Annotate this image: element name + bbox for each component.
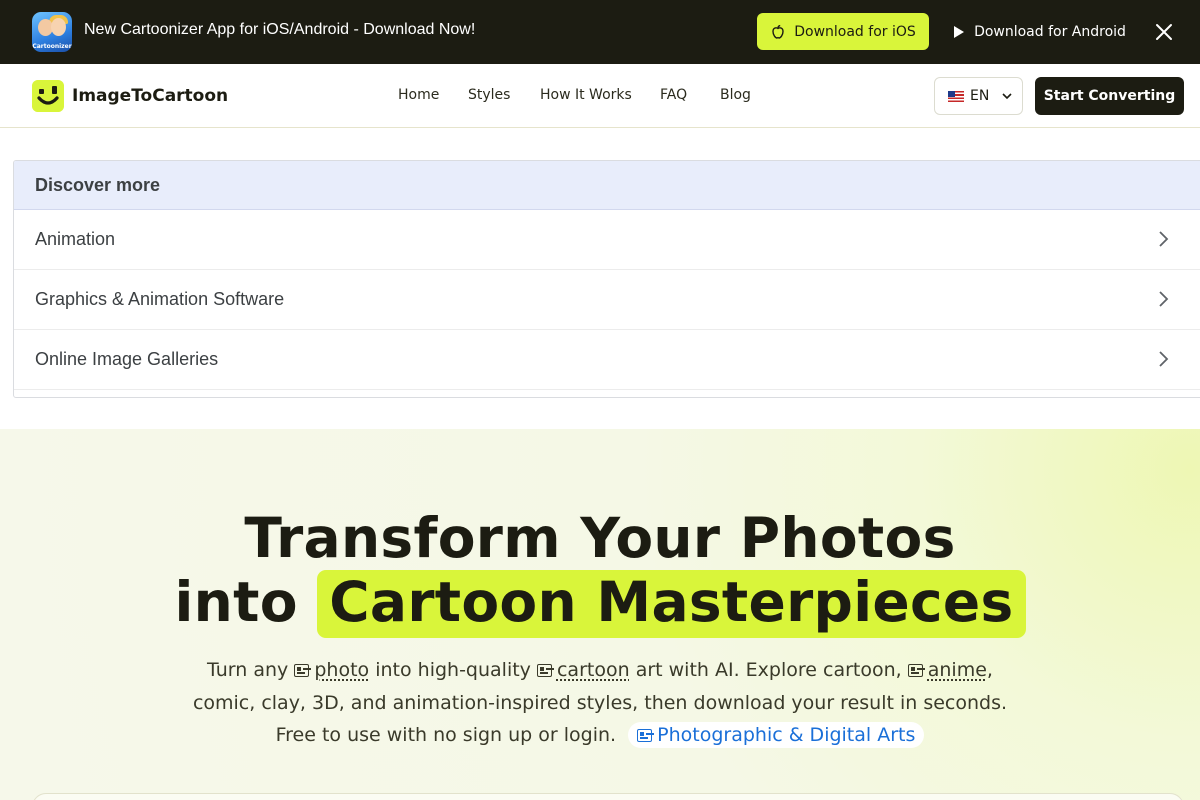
nav-link-how-it-works[interactable]: How It Works <box>540 87 632 103</box>
hero-title-highlight: Cartoon Masterpieces <box>317 570 1026 638</box>
google-play-icon <box>954 25 965 38</box>
hero-subtitle-line1: Turn any photo into high-quality cartoon… <box>0 659 1200 681</box>
nav-link-blog[interactable]: Blog <box>720 87 751 103</box>
photo-link[interactable]: photo <box>314 659 369 681</box>
chevron-right-icon <box>1159 231 1169 247</box>
download-android-label: Download for Android <box>974 23 1126 40</box>
hero-title-line2: into Cartoon Masterpieces <box>0 570 1200 638</box>
anime-link[interactable]: anime <box>928 659 987 681</box>
sub-text: into high-quality <box>375 659 531 681</box>
nav-link-faq[interactable]: FAQ <box>660 87 687 103</box>
sub-text: Turn any <box>207 659 289 681</box>
nav-link-styles[interactable]: Styles <box>468 87 510 103</box>
upload-card <box>32 793 1184 800</box>
hero-subtitle-line2: comic, clay, 3D, and animation-inspired … <box>192 692 1008 714</box>
discover-item-graphics-software[interactable]: Graphics & Animation Software <box>14 270 1200 330</box>
chevron-right-icon <box>1159 351 1169 367</box>
sub-text: , <box>986 659 993 681</box>
sub-text: Free to use with no sign up or login. <box>275 724 617 746</box>
discover-more-panel: Discover more Animation Graphics & Anima… <box>13 160 1200 398</box>
promo-text: New Cartoonizer App for iOS/Android - Do… <box>84 21 476 38</box>
article-icon <box>637 729 653 742</box>
discover-more-title: Discover more <box>14 161 1200 210</box>
article-icon <box>907 664 923 677</box>
apple-icon <box>772 24 784 39</box>
discover-item-label: Graphics & Animation Software <box>35 289 285 309</box>
article-icon <box>294 664 310 677</box>
article-icon <box>536 664 552 677</box>
cartoon-link[interactable]: cartoon <box>557 659 630 681</box>
start-converting-button[interactable]: Start Converting <box>1035 77 1184 115</box>
discover-item-label: Online Image Galleries <box>35 349 219 369</box>
logo-text[interactable]: ImageToCartoon <box>72 86 228 106</box>
discover-item-label: Animation <box>35 229 116 249</box>
app-icon-label: Cartoonizer <box>32 43 72 50</box>
download-ios-label: Download for iOS <box>794 23 916 40</box>
cartoonizer-app-icon: Cartoonizer <box>32 12 72 52</box>
language-selector[interactable]: EN <box>934 77 1023 115</box>
close-icon[interactable] <box>1152 20 1176 44</box>
sub-text: art with AI. Explore cartoon, <box>635 659 902 681</box>
chevron-right-icon <box>1159 291 1169 307</box>
discover-item-online-galleries[interactable]: Online Image Galleries <box>14 330 1200 390</box>
download-ios-button[interactable]: Download for iOS <box>757 13 929 50</box>
download-android-button[interactable]: Download for Android <box>944 13 1134 50</box>
hero-title-prefix: into <box>174 570 298 634</box>
logo-icon[interactable] <box>32 80 64 112</box>
nav-link-home[interactable]: Home <box>398 87 439 103</box>
us-flag-icon <box>948 90 964 102</box>
hero-subtitle-line3: Free to use with no sign up or login. Ph… <box>0 722 1200 748</box>
language-label: EN <box>970 88 990 104</box>
photographic-digital-arts-chip[interactable]: Photographic & Digital Arts <box>628 722 925 748</box>
hero-title-line1: Transform Your Photos <box>244 506 956 570</box>
discover-item-animation[interactable]: Animation <box>14 210 1200 270</box>
chevron-down-icon <box>1002 93 1012 100</box>
chip-label: Photographic & Digital Arts <box>657 724 916 746</box>
